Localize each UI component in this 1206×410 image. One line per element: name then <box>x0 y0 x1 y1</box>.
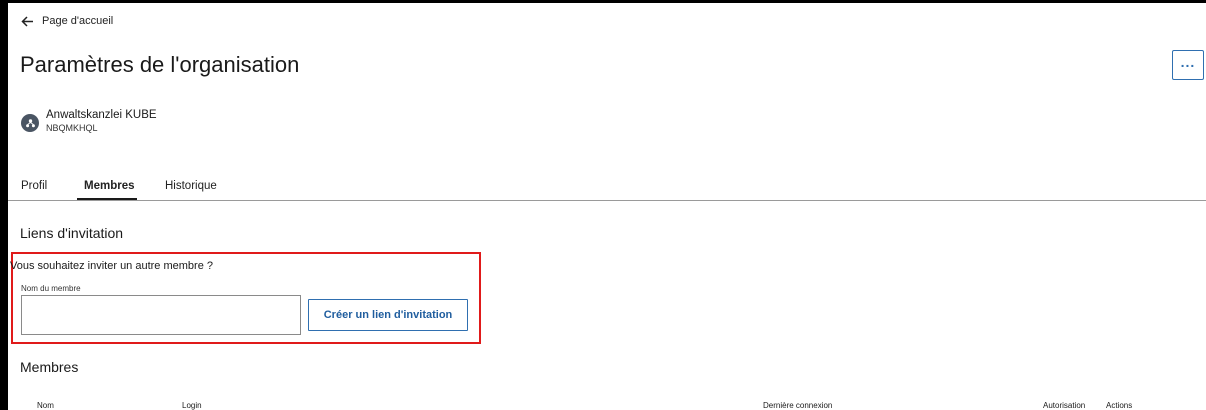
back-link-label: Page d'accueil <box>42 15 114 27</box>
invite-question: Vous souhaitez inviter un autre membre ? <box>10 260 214 272</box>
window-edge-left <box>0 0 8 410</box>
tab-profil[interactable]: Profil <box>21 180 47 192</box>
tab-membres[interactable]: Membres <box>84 180 135 192</box>
more-actions-label: ... <box>1180 54 1196 70</box>
tab-historique[interactable]: Historique <box>165 180 217 192</box>
page-title: Paramètres de l'organisation <box>20 52 300 77</box>
organization-info: Anwaltskanzlei KUBE NBQMKHQL <box>21 108 157 134</box>
member-name-label: Nom du membre <box>21 284 81 293</box>
org-icon <box>25 118 35 127</box>
column-header-login[interactable]: Login <box>182 401 202 410</box>
organization-code: NBQMKHQL <box>46 123 98 133</box>
column-header-last-login[interactable]: Dernière connexion <box>763 401 832 410</box>
invitation-links-title: Liens d'invitation <box>20 225 124 241</box>
organization-avatar <box>21 114 39 132</box>
window-edge-top <box>0 0 1206 3</box>
member-name-input[interactable] <box>21 295 301 335</box>
members-title: Membres <box>20 359 79 375</box>
column-header-name[interactable]: Nom <box>37 401 54 410</box>
column-header-authorization[interactable]: Autorisation <box>1043 401 1085 410</box>
organization-name: Anwaltskanzlei KUBE <box>46 109 157 121</box>
tab-bar: Profil Membres Historique <box>0 176 1206 201</box>
tabs-divider <box>8 200 1206 201</box>
more-actions-button[interactable]: ... <box>1172 50 1204 80</box>
create-invitation-link-button[interactable]: Créer un lien d'invitation <box>308 299 468 331</box>
back-link[interactable]: Page d'accueil <box>21 15 113 27</box>
arrow-left-icon <box>21 15 33 27</box>
column-header-actions: Actions <box>1106 401 1133 410</box>
